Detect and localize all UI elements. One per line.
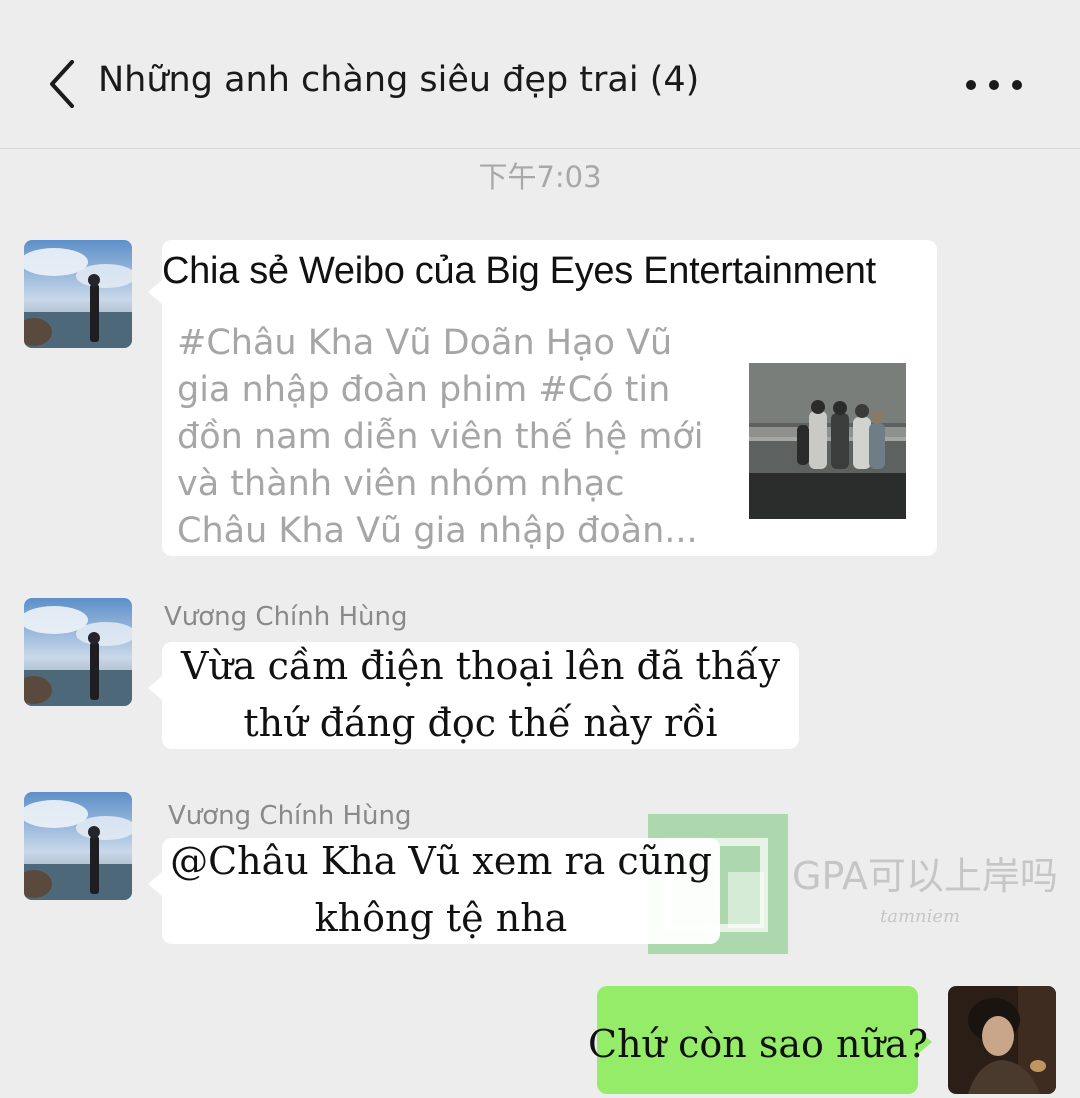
avatar[interactable]: [24, 240, 132, 348]
bubble-tail: [148, 280, 162, 304]
message-timestamp: 下午7:03: [478, 160, 602, 194]
share-card-desc-line: Châu Kha Vũ gia nhập đoàn...: [177, 511, 698, 551]
share-card-desc-line: đồn nam diễn viên thế hệ mới: [177, 417, 704, 457]
message-line: Vừa cầm điện thoại lên đã thấy: [180, 644, 781, 688]
message-text: Chứ còn sao nữa?: [580, 1016, 936, 1073]
share-card-desc-line: và thành viên nhóm nhạc: [177, 464, 625, 504]
chat-title: Những anh chàng siêu đẹp trai (4): [98, 60, 700, 100]
share-card-title: Chia sẻ Weibo của Big Eyes Entertainment: [162, 250, 876, 292]
message-line: không tệ nha: [314, 896, 568, 940]
avatar-image: [24, 792, 132, 900]
message-line: @Châu Kha Vũ xem ra cũng: [170, 839, 712, 883]
chat-header: Những anh chàng siêu đẹp trai (4): [0, 0, 1080, 149]
sender-name: Vương Chính Hùng: [168, 801, 412, 831]
avatar[interactable]: [24, 598, 132, 706]
more-button[interactable]: [962, 72, 1026, 98]
message-text: Vừa cầm điện thoại lên đã thấy thứ đáng …: [162, 638, 799, 752]
message-line: thứ đáng đọc thế này rồi: [243, 701, 718, 745]
sender-name: Vương Chính Hùng: [164, 602, 408, 632]
back-button[interactable]: [40, 56, 84, 112]
chevron-left-icon: [50, 60, 74, 108]
message-line: Chứ còn sao nữa?: [588, 1022, 928, 1066]
message-text: @Châu Kha Vũ xem ra cũng không tệ nha: [150, 833, 732, 947]
watermark-subtext: tamniem: [880, 906, 961, 927]
avatar-image: [948, 986, 1056, 1094]
avatar-self[interactable]: [948, 986, 1056, 1094]
watermark-text: GPA可以上岸吗: [792, 854, 1058, 898]
avatar-image: [24, 598, 132, 706]
share-card-thumbnail: [749, 363, 906, 519]
more-dots-icon: [966, 80, 1022, 90]
share-card-desc-line: #Châu Kha Vũ Doãn Hạo Vũ: [177, 323, 673, 363]
share-card-desc-line: gia nhập đoàn phim #Có tin: [177, 370, 671, 410]
avatar-image: [24, 240, 132, 348]
bubble-tail: [148, 676, 162, 700]
avatar[interactable]: [24, 792, 132, 900]
share-card-description: #Châu Kha Vũ Doãn Hạo Vũ gia nhập đoàn p…: [177, 320, 737, 555]
